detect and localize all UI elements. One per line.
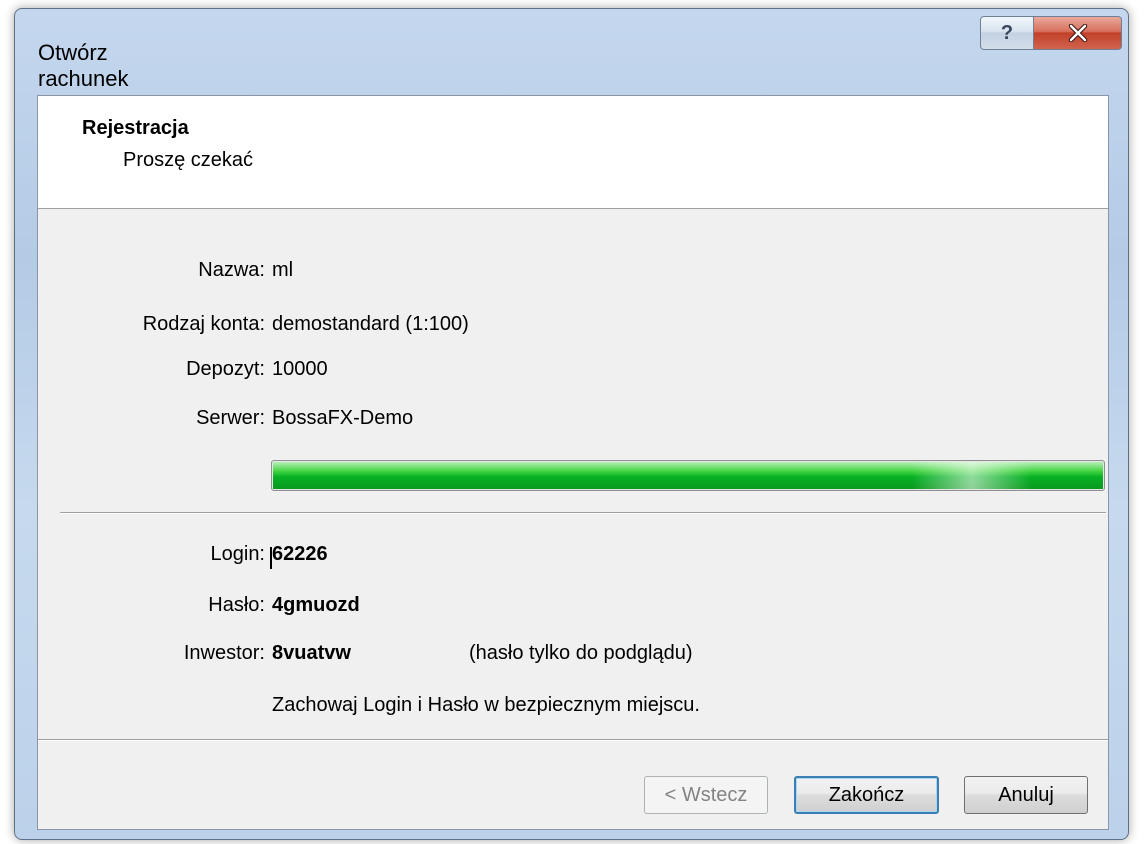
deposit-label: Depozyt: bbox=[186, 358, 265, 380]
password-label: Hasło: bbox=[208, 594, 265, 616]
investor-hint: (hasło tylko do podglądu) bbox=[469, 642, 693, 664]
investor-value[interactable]: 8vuatvw bbox=[272, 642, 351, 665]
investor-row: Inwestor: 8vuatvw (hasło tylko do podglą… bbox=[38, 642, 1108, 672]
help-icon: ? bbox=[1000, 21, 1014, 44]
password-value[interactable]: 4gmuozd bbox=[272, 594, 360, 617]
save-note-row: Zachowaj Login i Hasło w bezpiecznym mie… bbox=[38, 694, 1108, 724]
close-button[interactable] bbox=[1034, 16, 1122, 50]
server-label: Serwer: bbox=[196, 407, 265, 429]
investor-label: Inwestor: bbox=[183, 642, 265, 664]
help-button[interactable]: ? bbox=[980, 16, 1034, 50]
account-type-label: Rodzaj konta: bbox=[142, 313, 265, 335]
footer-divider bbox=[38, 739, 1108, 741]
deposit-row: Depozyt: 10000 bbox=[38, 358, 1108, 388]
login-row: Login: 62226 bbox=[38, 543, 1108, 573]
name-row: Nazwa: ml bbox=[38, 259, 1108, 289]
caption-buttons: ? bbox=[980, 16, 1122, 50]
wizard-step-title: Rejestracja bbox=[82, 117, 189, 139]
wizard-header: Rejestracja Proszę czekać bbox=[38, 96, 1108, 209]
name-value: ml bbox=[272, 259, 294, 281]
save-credentials-note: Zachowaj Login i Hasło w bezpiecznym mie… bbox=[272, 694, 700, 716]
password-row: Hasło: 4gmuozd bbox=[38, 594, 1108, 624]
title-bar[interactable]: Otwórz rachunek ? bbox=[15, 9, 1128, 91]
dialog-client-area: Rejestracja Proszę czekać Nazwa: ml Rodz… bbox=[37, 95, 1109, 830]
account-type-value: demostandard (1:100) bbox=[272, 313, 469, 335]
server-value: BossaFX-Demo bbox=[272, 407, 414, 429]
account-type-row: Rodzaj konta: demostandard (1:100) bbox=[38, 313, 1108, 343]
server-row: Serwer: BossaFX-Demo bbox=[38, 407, 1108, 437]
registration-progress-bar bbox=[271, 460, 1105, 491]
name-label: Nazwa: bbox=[198, 259, 265, 281]
text-cursor bbox=[270, 547, 272, 569]
wizard-step-subtitle: Proszę czekać bbox=[123, 149, 254, 171]
dialog-window: Otwórz rachunek ? Rejestracja Proszę cze… bbox=[14, 8, 1129, 840]
cancel-button[interactable]: Anuluj bbox=[964, 776, 1088, 814]
login-label: Login: bbox=[210, 543, 266, 565]
close-icon bbox=[1068, 24, 1087, 42]
section-divider bbox=[60, 512, 1106, 514]
finish-button[interactable]: Zakończ bbox=[794, 776, 939, 814]
progress-shine bbox=[912, 462, 1032, 489]
deposit-value: 10000 bbox=[272, 358, 328, 380]
login-value[interactable]: 62226 bbox=[272, 543, 328, 566]
window-title: Otwórz rachunek bbox=[38, 40, 129, 91]
back-button[interactable]: < Wstecz bbox=[644, 776, 768, 814]
